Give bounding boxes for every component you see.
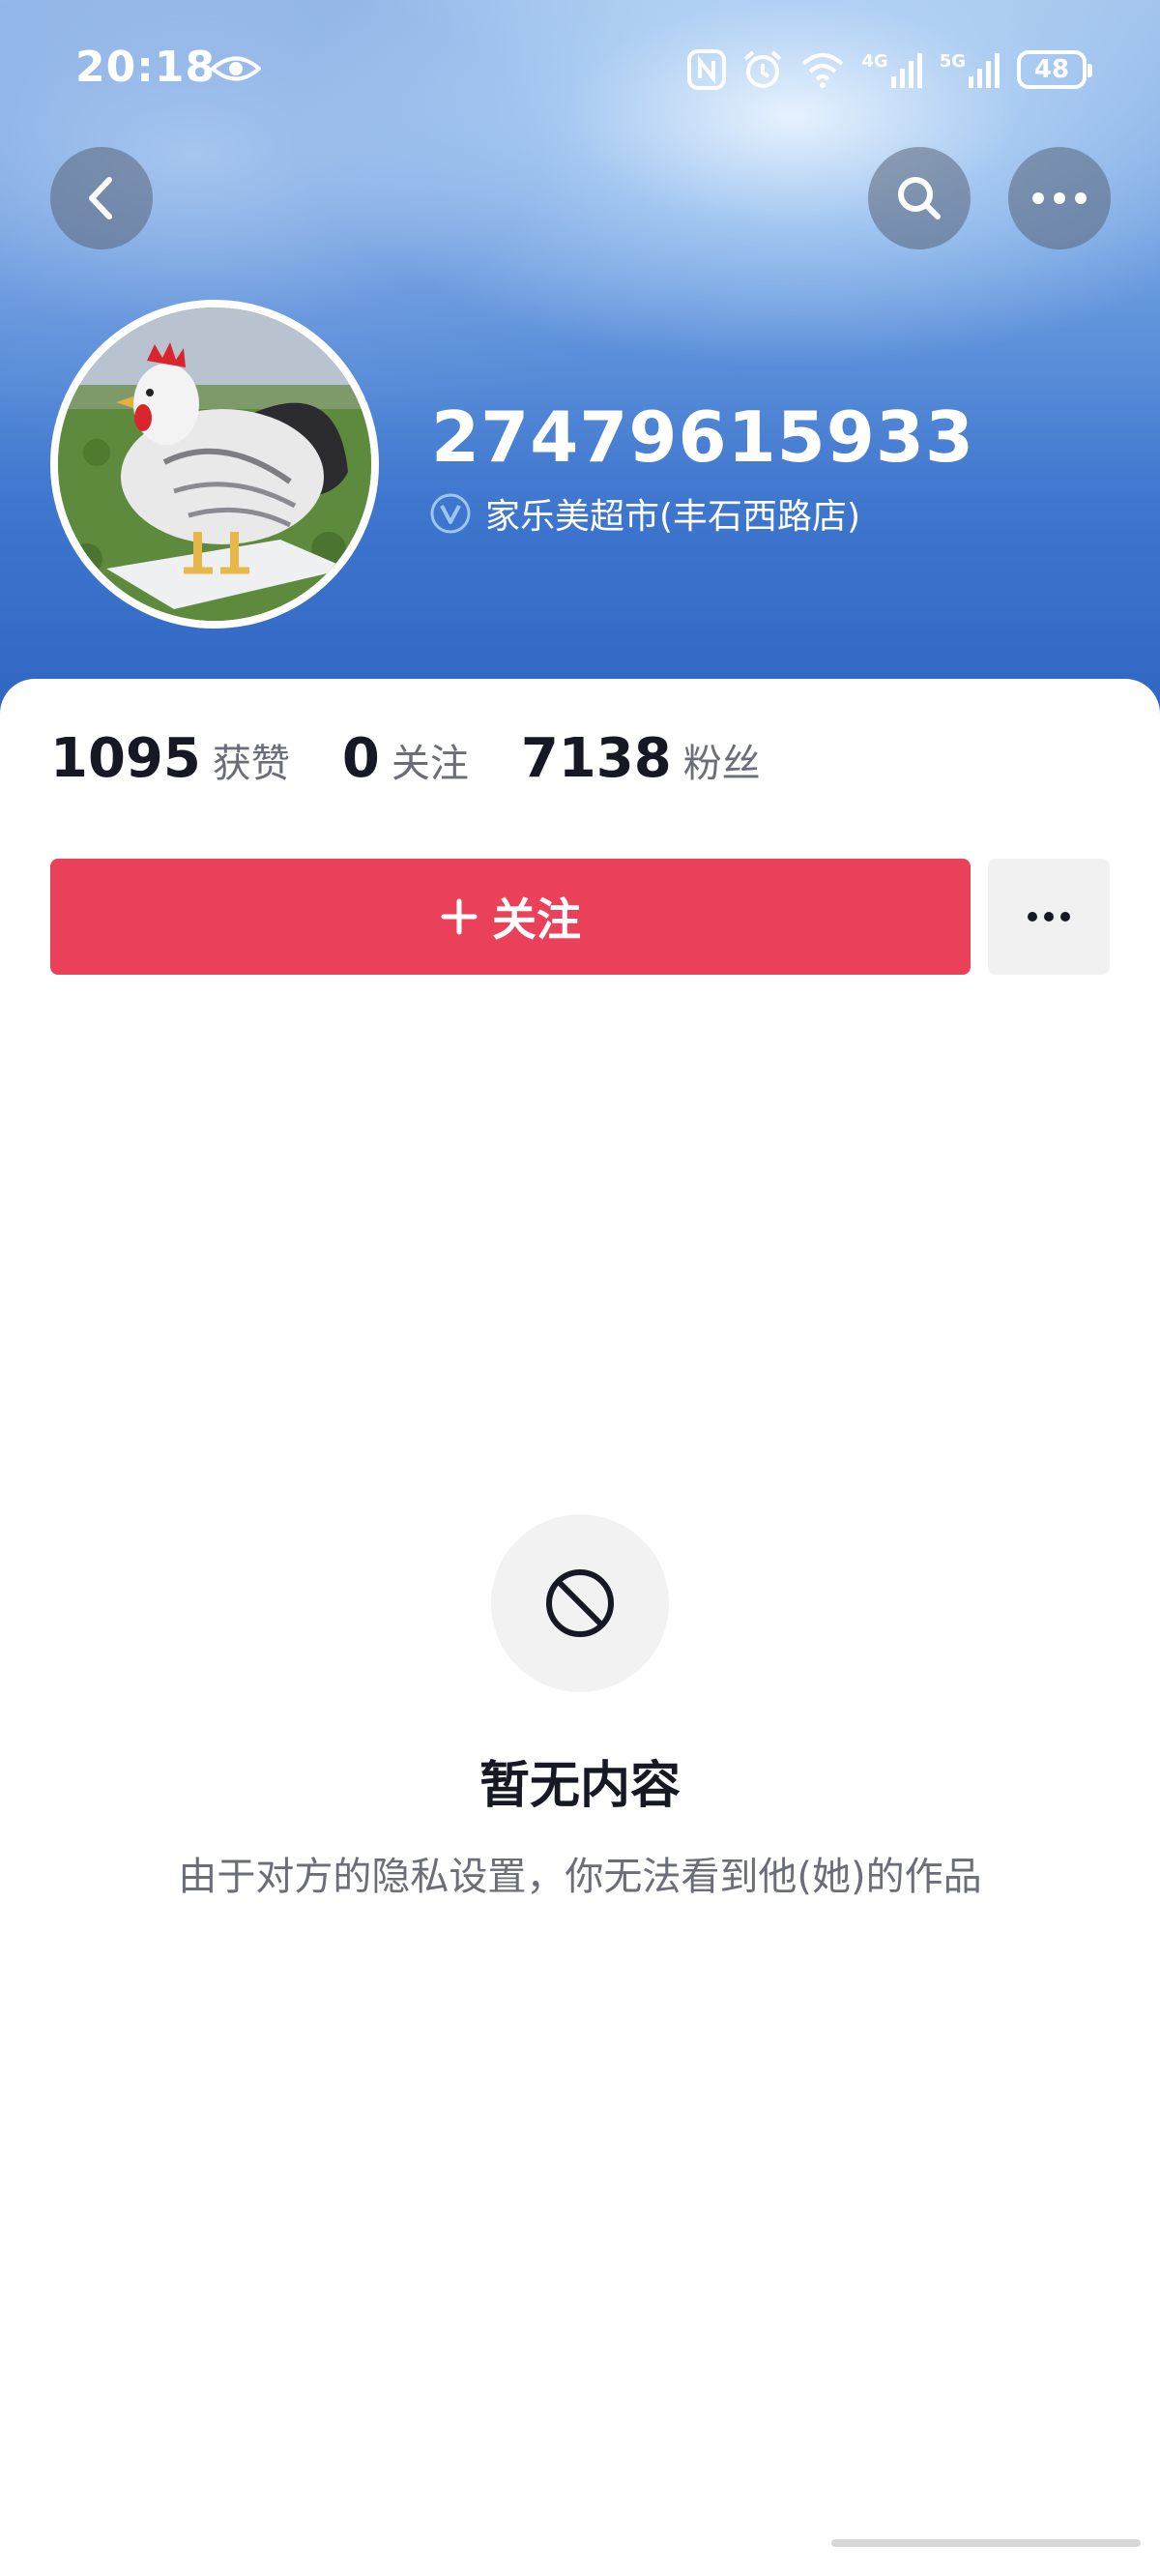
nfc-icon xyxy=(687,49,727,90)
gesture-bar[interactable] xyxy=(831,2539,1141,2547)
more-dots-icon xyxy=(1032,192,1087,204)
status-time: 20:18 xyxy=(75,43,217,92)
wifi-icon xyxy=(802,53,844,88)
search-button[interactable] xyxy=(868,147,971,249)
signal-icon xyxy=(890,53,922,88)
follow-button-label: 关注 xyxy=(492,893,581,946)
empty-state-title: 暂无内容 xyxy=(478,1757,681,1815)
more-dots-icon xyxy=(1028,912,1070,922)
stat-followers-label: 粉丝 xyxy=(682,742,761,786)
stat-following-label: 关注 xyxy=(391,742,469,786)
eye-icon xyxy=(211,56,261,81)
network-label-5g: 5G xyxy=(939,51,966,72)
empty-state-description: 由于对方的隐私设置，你无法看到他(她)的作品 xyxy=(178,1855,982,1899)
stat-likes[interactable]: 1095 获赞 xyxy=(50,727,290,790)
more-options-button[interactable] xyxy=(1008,147,1111,249)
network-label-4g: 4G xyxy=(861,51,888,72)
empty-state-icon-container xyxy=(491,1514,669,1692)
avatar[interactable] xyxy=(50,300,379,629)
follow-button[interactable]: 关注 xyxy=(50,859,971,975)
status-icons: 4G 5G 48 xyxy=(687,48,1092,91)
signal-5g: 5G xyxy=(940,51,1001,88)
avatar-image xyxy=(58,307,371,621)
battery-level: 48 xyxy=(1033,55,1070,84)
stat-likes-label: 获赞 xyxy=(212,742,290,786)
block-icon xyxy=(546,1569,614,1637)
back-button[interactable] xyxy=(50,147,153,249)
verification-row: 家乐美超市(丰石西路店) xyxy=(429,488,860,539)
signal-4g: 4G xyxy=(861,51,923,88)
stat-followers-value: 7138 xyxy=(520,727,672,790)
stat-following[interactable]: 0 关注 xyxy=(342,727,469,790)
stat-following-value: 0 xyxy=(341,727,380,790)
username: 27479615933 xyxy=(431,396,975,478)
search-icon xyxy=(898,177,941,220)
stat-likes-value: 1095 xyxy=(50,727,201,790)
alarm-icon xyxy=(744,50,782,88)
status-bar: 20:18 4G 5G 48 xyxy=(0,0,1160,135)
stat-followers[interactable]: 7138 粉丝 xyxy=(521,727,761,790)
profile-screen: 20:18 4G 5G 48 27479615933 家乐美超市(丰石西路店) … xyxy=(0,0,1160,2576)
signal-icon xyxy=(969,53,1000,88)
verified-badge-icon xyxy=(430,493,471,534)
plus-icon xyxy=(440,897,478,936)
battery-indicator: 48 xyxy=(1017,50,1092,89)
back-arrow-icon xyxy=(89,177,112,220)
stats-row: 1095 获赞 0 关注 7138 粉丝 xyxy=(50,727,813,790)
verified-store-name: 家乐美超市(丰石西路店) xyxy=(485,497,861,537)
profile-menu-button[interactable] xyxy=(988,859,1110,975)
